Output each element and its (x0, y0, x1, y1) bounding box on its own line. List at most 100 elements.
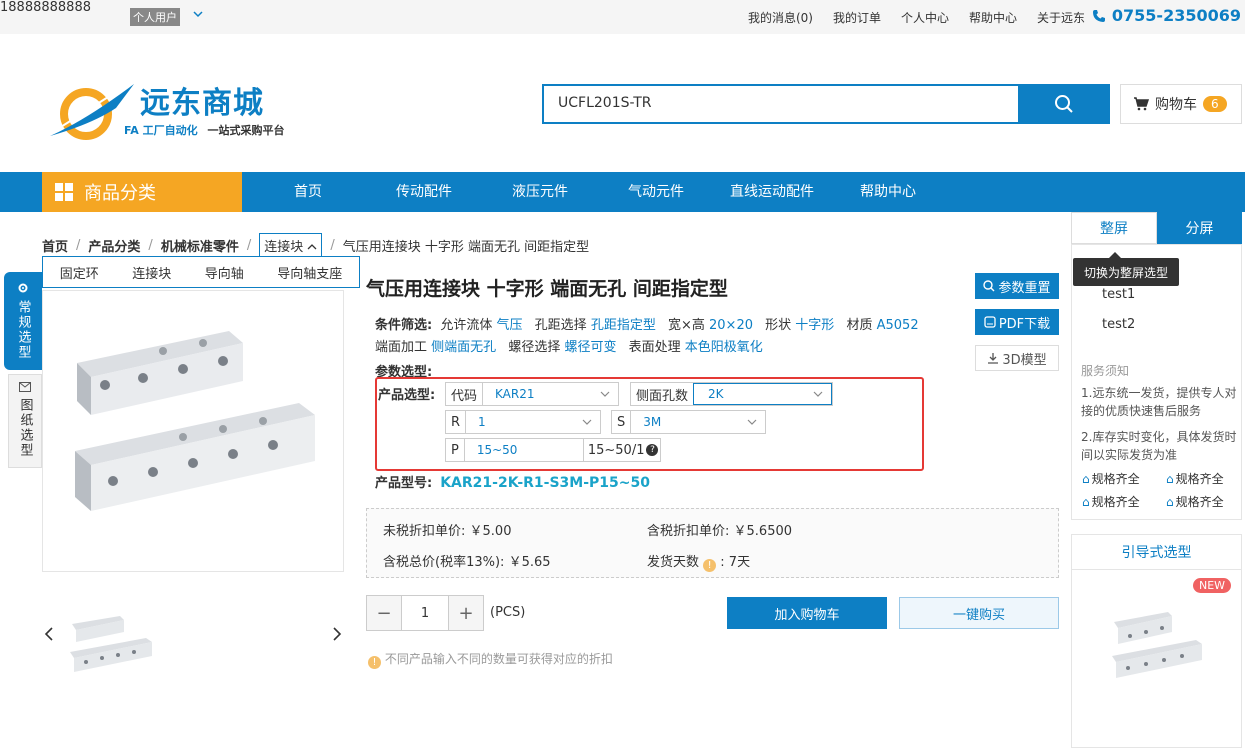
link-personal[interactable]: 个人中心 (901, 9, 949, 26)
chevron-down-icon[interactable] (192, 8, 204, 24)
link-help[interactable]: 帮助中心 (969, 9, 1017, 26)
crumb-option[interactable]: 导向轴支座 (277, 263, 342, 282)
nav-item-pneumatic[interactable]: 气动元件 (598, 172, 714, 212)
filter-value[interactable]: 十字形 (795, 318, 834, 333)
search-button[interactable] (1018, 84, 1110, 124)
service-note-2: 2.库存实时变化，具体发货时间以实际发货为准 (1081, 430, 1237, 462)
crumb-mech[interactable]: 机械标准零件 (161, 236, 239, 255)
filter-value[interactable]: 气压 (497, 318, 523, 333)
crumb-separator: / (330, 237, 335, 253)
param-reset-button[interactable]: 参数重置 (975, 273, 1059, 299)
filter-value[interactable]: 20×20 (709, 318, 753, 333)
hotline: 0755-2350069 (1092, 6, 1241, 25)
side-holes-value-box: 2K (693, 383, 832, 405)
decrement-button[interactable]: − (367, 596, 401, 630)
ship-days: 发货天数 ! : 7天 (647, 551, 750, 572)
nav-items: 首页 传动配件 液压元件 气动元件 直线运动配件 帮助中心 (250, 172, 946, 212)
p-range-hint: 15~50/1 ? (582, 439, 663, 461)
crumb-separator: / (76, 237, 81, 253)
crumb-separator: / (148, 237, 153, 253)
cart-button[interactable]: 购物车 6 (1120, 84, 1242, 124)
side-tab-normal[interactable]: 常规选型 (4, 272, 42, 370)
crumb-option[interactable]: 连接块 (132, 263, 171, 282)
warning-icon: ! (368, 656, 381, 669)
nav-item-home[interactable]: 首页 (250, 172, 366, 212)
list-item[interactable]: test2 (1102, 317, 1135, 332)
link-orders[interactable]: 我的订单 (833, 9, 881, 26)
pdf-download-button[interactable]: PDF下载 (975, 309, 1059, 335)
logo-sub-a: FA 工厂自动化 (124, 124, 198, 137)
product-title: 气压用连接块 十字形 端面无孔 间距指定型 (366, 278, 728, 300)
link-about[interactable]: 关于远东 (1037, 9, 1085, 26)
product-model: 产品型号: KAR21-2K-R1-S3M-P15~50 (375, 472, 650, 491)
mail-icon (19, 382, 31, 392)
increment-button[interactable]: + (449, 596, 483, 630)
nav-item-linear[interactable]: 直线运动配件 (714, 172, 830, 212)
chevron-left-icon[interactable] (44, 626, 54, 645)
phone-icon (1092, 9, 1105, 22)
spec-badge: ⌂ 规格齐全 (1166, 470, 1224, 487)
taxed-label: 含税折扣单价: (647, 524, 730, 539)
side-holes-select[interactable]: 侧面孔数 2K (630, 382, 833, 406)
filter-value[interactable]: 本色阳极氧化 (685, 340, 763, 355)
chevron-down-icon (582, 417, 592, 428)
side-tab-drawing-label: 图纸选型 (17, 398, 33, 458)
warning-icon[interactable]: ! (703, 559, 717, 572)
add-to-cart-button[interactable]: 加入购物车 (727, 597, 887, 629)
home-icon: ⌂ (1166, 471, 1174, 486)
search-icon (1055, 95, 1073, 113)
p-input[interactable]: P 15~50 15~50/1 ? (445, 438, 661, 462)
quantity-input[interactable]: 1 (401, 596, 449, 630)
filter-key: 材质 (846, 318, 873, 333)
link-messages[interactable]: 我的消息(0) (748, 9, 813, 26)
nav-item-hydraulic[interactable]: 液压元件 (482, 172, 598, 212)
select-label: 产品选型: (378, 388, 436, 403)
p-value: 15~50 (476, 443, 518, 457)
search-input[interactable]: UCFL201S-TR (542, 84, 1020, 124)
s-select[interactable]: S 3M (611, 410, 766, 434)
crumb-home[interactable]: 首页 (42, 236, 68, 255)
model-3d-button[interactable]: 3D模型 (975, 345, 1059, 371)
code-select[interactable]: 代码 KAR21 (445, 382, 619, 406)
side-tab-drawing[interactable]: 图纸选型 (8, 374, 42, 468)
list-item[interactable]: test1 (1102, 287, 1135, 302)
filter-value[interactable]: 螺径可变 (564, 340, 616, 355)
product-main-image[interactable] (42, 290, 344, 572)
quantity-unit: (PCS) (490, 605, 526, 620)
home-icon: ⌂ (1166, 494, 1174, 509)
guided-selection-title[interactable]: 引导式选型 (1071, 534, 1242, 570)
r-key: R (446, 411, 467, 433)
tab-whole-screen[interactable]: 整屏 (1071, 212, 1157, 244)
model-label: 产品型号: (375, 476, 433, 491)
category-menu-button[interactable]: 商品分类 (42, 172, 242, 212)
chevron-right-icon[interactable] (332, 626, 342, 645)
nav-item-help[interactable]: 帮助中心 (830, 172, 946, 212)
chevron-up-icon (307, 244, 317, 250)
filter-key: 端面加工 (375, 340, 428, 355)
filter-key: 允许流体 (440, 318, 493, 333)
user-phone[interactable]: 18888888888 (0, 0, 91, 15)
hotline-number: 0755-2350069 (1111, 6, 1241, 25)
nav-item-transmission[interactable]: 传动配件 (366, 172, 482, 212)
filter-value[interactable]: 孔距指定型 (591, 318, 656, 333)
product-thumbnail[interactable] (66, 612, 156, 678)
model-code: KAR21-2K-R1-S3M-P15~50 (440, 475, 650, 491)
crumb-option[interactable]: 固定环 (60, 263, 99, 282)
whole-screen-tooltip: 切换为整屏选型 (1073, 252, 1179, 286)
r-select[interactable]: R 1 (445, 410, 601, 434)
help-icon[interactable]: ? (646, 444, 659, 456)
filter-key: 孔距选择 (534, 318, 587, 333)
guided-selection-image[interactable] (1108, 606, 1206, 686)
tab-split-screen[interactable]: 分屏 (1157, 212, 1242, 244)
filter-value[interactable]: A5052 (877, 318, 919, 333)
s-key: S (612, 411, 632, 433)
crumb-active-dropdown[interactable]: 连接块 (259, 233, 323, 257)
filter-value[interactable]: 侧端面无孔 (431, 340, 496, 355)
spec-badge: ⌂ 规格齐全 (1082, 493, 1140, 510)
crumb-option[interactable]: 导向轴 (205, 263, 244, 282)
spec-badge-label: 规格齐全 (1091, 495, 1140, 509)
top-links: 我的消息(0) 我的订单 个人中心 帮助中心 关于远东 (748, 9, 1085, 26)
untaxed-label: 未税折扣单价: (383, 524, 466, 539)
crumb-category[interactable]: 产品分类 (88, 236, 140, 255)
buy-now-button[interactable]: 一键购买 (899, 597, 1059, 629)
